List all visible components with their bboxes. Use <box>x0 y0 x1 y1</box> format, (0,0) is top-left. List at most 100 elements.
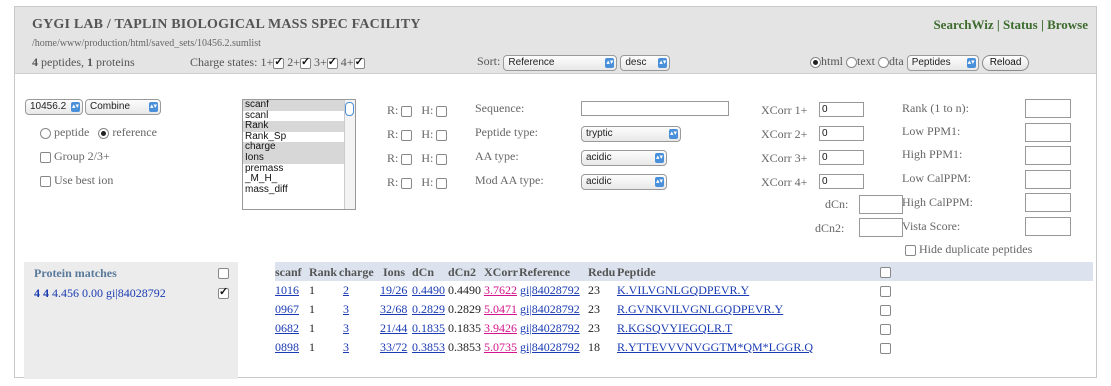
row-checkbox[interactable] <box>880 305 891 316</box>
xcorr-link[interactable]: 3.7622 <box>484 283 517 298</box>
charge-2-checkbox[interactable] <box>300 55 311 69</box>
charge-link[interactable]: 3 <box>343 302 349 317</box>
protein-reference-link[interactable]: gi|84028792 <box>106 286 166 300</box>
xcorr-link[interactable]: 5.0471 <box>484 302 517 317</box>
column-header[interactable]: dCn2 <box>448 265 476 280</box>
group-checkbox[interactable] <box>40 151 51 163</box>
high-ppm1-input[interactable] <box>1025 146 1071 165</box>
ions-link[interactable]: 21/44 <box>380 321 407 336</box>
h-checkbox[interactable] <box>436 177 448 189</box>
xcorr4-input[interactable] <box>819 174 864 189</box>
column-header[interactable]: Redu <box>588 265 615 280</box>
scan-link[interactable]: 0967 <box>275 302 299 317</box>
peptide-link[interactable]: R.YTTEVVVNVGGTM*QM*LGGR.Q <box>617 340 813 355</box>
combine-select[interactable]: Combine ▴▾ <box>85 99 161 115</box>
list-item[interactable]: scanf <box>243 100 355 111</box>
protein-checkbox[interactable] <box>218 285 229 299</box>
nav-status-link[interactable]: Status <box>1003 17 1038 32</box>
ions-link[interactable]: 33/72 <box>380 340 407 355</box>
column-header[interactable]: charge <box>339 265 374 280</box>
charge-4-checkbox[interactable] <box>353 55 365 69</box>
charge-link[interactable]: 3 <box>343 340 349 355</box>
sequence-input[interactable] <box>581 101 729 116</box>
sort-select[interactable]: Reference ▴▾ <box>503 55 618 71</box>
ions-link[interactable]: 19/26 <box>380 283 407 298</box>
best-ion-checkbox[interactable] <box>40 175 51 187</box>
column-header[interactable]: XCorr <box>484 265 518 280</box>
listbox-scrollbar[interactable] <box>344 100 355 209</box>
r-checkbox[interactable] <box>401 177 413 189</box>
rank-label: Rank (1 to n): <box>902 101 969 115</box>
low-calppm-input[interactable] <box>1025 170 1071 189</box>
hide-duplicates-checkbox[interactable] <box>905 244 916 256</box>
peptide-link[interactable]: R.KGSQVYIEGQLR.T <box>617 321 732 336</box>
xcorr1-input[interactable] <box>819 102 864 117</box>
scan-link[interactable]: 0898 <box>275 340 299 355</box>
dcn-link[interactable]: 0.1835 <box>412 321 445 336</box>
peptide-type-select[interactable]: tryptic ▴▾ <box>581 126 681 142</box>
scan-link[interactable]: 1016 <box>275 283 299 298</box>
low-ppm1-input[interactable] <box>1025 123 1071 142</box>
rank-input[interactable] <box>1025 99 1071 118</box>
mod-aa-type-select[interactable]: acidic ▴▾ <box>581 174 667 190</box>
list-item[interactable]: mass_diff <box>243 184 355 196</box>
row-checkbox[interactable] <box>880 324 891 335</box>
set-select[interactable]: 10456.2 ▴▾ <box>25 99 83 115</box>
dcn-link[interactable]: 0.2829 <box>412 302 445 317</box>
column-header[interactable]: Reference <box>519 265 570 280</box>
aa-type-select[interactable]: acidic ▴▾ <box>581 150 667 166</box>
reload-button[interactable]: Reload <box>981 55 1030 71</box>
xcorr3-input[interactable] <box>819 150 864 165</box>
peptide-link[interactable]: R.GVNKVILVGNLGQDPEVR.Y <box>617 302 783 317</box>
charge-1-checkbox[interactable] <box>273 55 285 69</box>
charge-3-checkbox[interactable] <box>326 55 338 69</box>
list-item[interactable]: Ions <box>243 152 355 164</box>
dcn-link[interactable]: 0.3853 <box>412 340 445 355</box>
h-checkbox[interactable] <box>436 153 448 165</box>
format-html-radio[interactable] <box>810 56 821 68</box>
charge-link[interactable]: 2 <box>343 283 349 298</box>
column-header[interactable]: Ions <box>383 265 405 280</box>
header-bar: GYGI LAB / TAPLIN BIOLOGICAL MASS SPEC F… <box>15 7 1096 74</box>
vista-score-input[interactable] <box>1025 217 1071 236</box>
sort-order-select[interactable]: desc ▴▾ <box>620 55 671 71</box>
format-text-radio[interactable] <box>846 56 858 68</box>
r-checkbox[interactable] <box>401 105 413 117</box>
column-header[interactable]: dCn <box>412 265 434 280</box>
xcorr-link[interactable]: 3.9426 <box>484 321 517 336</box>
h-checkbox[interactable] <box>436 129 448 141</box>
reference-link[interactable]: gi|84028792 <box>520 321 580 336</box>
r-checkbox[interactable] <box>401 153 413 165</box>
reference-radio[interactable] <box>98 127 110 139</box>
view-select[interactable]: Peptides ▴▾ <box>906 55 979 71</box>
xcorr2-input[interactable] <box>819 126 864 141</box>
dcn2-input[interactable] <box>859 218 903 237</box>
column-header[interactable]: Rank <box>309 265 337 280</box>
column-header[interactable]: scanf <box>275 265 302 280</box>
r-checkbox[interactable] <box>401 129 413 141</box>
charge-link[interactable]: 3 <box>343 321 349 336</box>
format-dta-radio[interactable] <box>878 56 890 68</box>
dcn-link[interactable]: 0.4490 <box>412 283 445 298</box>
h-checkbox[interactable] <box>436 105 448 117</box>
scan-link[interactable]: 0682 <box>275 321 299 336</box>
nav-searchwiz-link[interactable]: SearchWiz <box>933 17 993 32</box>
row-checkbox[interactable] <box>880 286 891 297</box>
xcorr-link[interactable]: 5.0735 <box>484 340 517 355</box>
high-calppm-input[interactable] <box>1025 193 1071 212</box>
protein-select-all-checkbox[interactable] <box>218 268 229 279</box>
peptide-radio[interactable] <box>40 127 51 139</box>
select-all-peptides-checkbox[interactable] <box>880 267 891 278</box>
row-checkbox[interactable] <box>880 343 891 354</box>
peptide-link[interactable]: K.VILVGNLGQDPEVR.Y <box>617 283 749 298</box>
protein-row: 4 4 4.456 0.00 gi|84028792 <box>34 286 166 300</box>
table-row: 1016 1 2 19/26 0.4490 0.4490 3.7622 gi|8… <box>275 283 1093 302</box>
reference-link[interactable]: gi|84028792 <box>520 302 580 317</box>
columns-listbox[interactable]: scanf scanl Rank Rank_Sp charge Ions pre… <box>242 99 356 210</box>
column-header[interactable]: Peptide <box>617 265 656 280</box>
reference-link[interactable]: gi|84028792 <box>520 340 580 355</box>
reference-link[interactable]: gi|84028792 <box>520 283 580 298</box>
nav-browse-link[interactable]: Browse <box>1047 17 1088 32</box>
dcn-input[interactable] <box>859 195 903 214</box>
ions-link[interactable]: 32/68 <box>380 302 407 317</box>
